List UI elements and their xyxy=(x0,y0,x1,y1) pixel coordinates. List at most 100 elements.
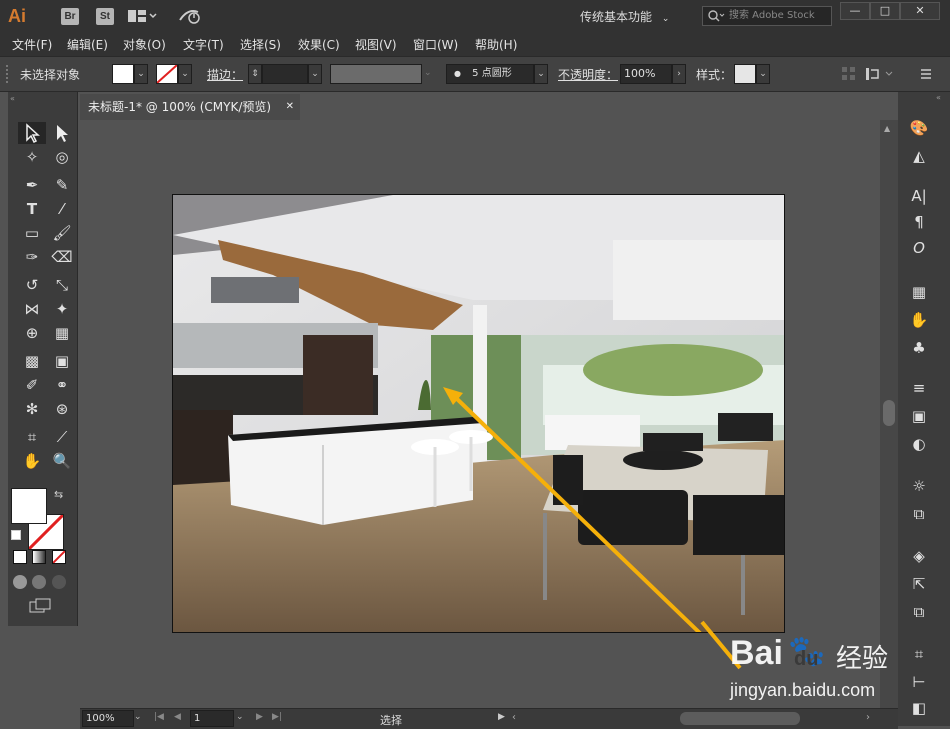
mesh-tool-icon[interactable]: ▩ xyxy=(20,349,44,373)
color-mode-icon[interactable] xyxy=(13,550,27,564)
profile-dropdown[interactable]: ⌄ xyxy=(424,64,438,84)
appearance-panel-icon[interactable]: ☼ xyxy=(904,474,934,498)
line-tool-icon[interactable]: ⁄ xyxy=(50,197,74,221)
export-panel-icon[interactable]: ⇱ xyxy=(904,572,934,596)
stroke-weight-dropdown[interactable]: ⌄ xyxy=(308,64,322,84)
none-mode-icon[interactable] xyxy=(52,550,66,564)
artboard-number-field[interactable]: 1 xyxy=(190,710,234,727)
graphic-styles-panel-icon[interactable]: ⧉ xyxy=(904,502,934,526)
variable-width-profile[interactable] xyxy=(330,64,422,84)
document-tab[interactable]: 未标题-1* @ 100% (CMYK/预览) ✕ xyxy=(80,94,300,120)
menu-view[interactable]: 视图(V) xyxy=(355,36,397,53)
draw-inside-icon[interactable] xyxy=(52,575,66,589)
draw-normal-icon[interactable] xyxy=(13,575,27,589)
zoom-dropdown[interactable]: ⌄ xyxy=(134,712,148,726)
transform-panel-icon[interactable]: ⌗ xyxy=(904,642,934,666)
opentype-panel-icon[interactable]: O xyxy=(904,236,934,260)
slice-tool-icon[interactable]: ⟋ xyxy=(50,425,74,449)
pathfinder-panel-icon[interactable]: ◧ xyxy=(904,696,934,720)
minimize-button[interactable]: — xyxy=(840,2,870,20)
previous-artboard-button[interactable]: ◀ xyxy=(174,712,181,722)
rotate-tool-icon[interactable]: ↺ xyxy=(20,273,44,297)
artboards-panel-icon[interactable]: ⧉ xyxy=(904,600,934,624)
rectangle-tool-icon[interactable]: ▭ xyxy=(20,221,44,245)
bridge-button[interactable]: Br xyxy=(61,8,79,25)
scale-tool-icon[interactable]: ⤡ xyxy=(50,273,74,297)
default-fill-stroke-icon[interactable] xyxy=(11,530,21,540)
stroke-label[interactable]: 描边： xyxy=(207,66,243,83)
workspace-switcher[interactable]: 传统基本功能 ⌄ xyxy=(580,6,686,28)
gradient-mode-icon[interactable] xyxy=(32,550,46,564)
menu-object[interactable]: 对象(O) xyxy=(123,36,166,53)
menu-select[interactable]: 选择(S) xyxy=(240,36,281,53)
artboard[interactable] xyxy=(172,194,785,633)
color-guide-icon[interactable]: ◭ xyxy=(904,144,934,168)
stock-button[interactable]: St xyxy=(96,8,114,25)
transparency-panel-icon[interactable]: ◐ xyxy=(904,432,934,456)
zoom-field[interactable]: 100% xyxy=(82,710,134,727)
eyedropper-tool-icon[interactable]: ✐ xyxy=(20,373,44,397)
artboard-tool-icon[interactable]: ⌗ xyxy=(20,425,44,449)
gradient-panel-icon[interactable]: ▣ xyxy=(904,404,934,428)
brush-definition[interactable]: ● 5 点圆形 xyxy=(446,64,534,84)
close-window-button[interactable]: ✕ xyxy=(900,2,940,20)
magic-wand-tool-icon[interactable]: ✧ xyxy=(20,145,44,169)
pen-tool-icon[interactable]: ✒ xyxy=(20,173,44,197)
swatches-panel-icon[interactable]: ▦ xyxy=(904,280,934,304)
zoom-tool-icon[interactable]: 🔍 xyxy=(50,449,74,473)
fill-swatch[interactable] xyxy=(112,64,134,84)
fill-indicator[interactable] xyxy=(11,488,47,524)
fill-dropdown[interactable]: ⌄ xyxy=(134,64,148,84)
arrange-documents-icon[interactable] xyxy=(128,8,158,24)
eraser-tool-icon[interactable]: ⌫ xyxy=(50,245,74,269)
scroll-left-icon[interactable]: ‹ xyxy=(512,712,516,723)
maximize-button[interactable]: □ xyxy=(870,2,900,20)
expand-panels-icon[interactable]: « xyxy=(936,93,941,102)
screen-mode-icon[interactable] xyxy=(28,598,52,614)
brushes-panel-icon[interactable]: ✋ xyxy=(904,308,934,332)
menu-help[interactable]: 帮助(H) xyxy=(475,36,517,53)
draw-behind-icon[interactable] xyxy=(32,575,46,589)
opacity-label[interactable]: 不透明度： xyxy=(558,66,618,83)
type-tool-icon[interactable]: T xyxy=(20,197,44,221)
width-tool-icon[interactable]: ⋈ xyxy=(20,297,44,321)
swap-fill-stroke-icon[interactable]: ⇆ xyxy=(54,488,63,501)
align-panel-icon[interactable]: ⊢ xyxy=(904,670,934,694)
menu-effect[interactable]: 效果(C) xyxy=(298,36,340,53)
opacity-arrow-button[interactable]: › xyxy=(672,64,686,84)
style-dropdown[interactable]: ⌄ xyxy=(756,64,770,84)
character-panel-icon[interactable]: A| xyxy=(904,184,934,208)
brush-dropdown[interactable]: ⌄ xyxy=(534,64,548,84)
gradient-tool-icon[interactable]: ▣ xyxy=(50,349,74,373)
scroll-right-icon[interactable]: › xyxy=(866,712,870,723)
layers-panel-icon[interactable]: ◈ xyxy=(904,544,934,568)
hand-tool-icon[interactable]: ✋ xyxy=(20,449,44,473)
shape-builder-tool-icon[interactable]: ⊕ xyxy=(20,321,44,345)
next-artboard-button[interactable]: ▶ xyxy=(256,712,263,722)
paintbrush-tool-icon[interactable]: 🖌 xyxy=(50,221,74,245)
stroke-dropdown[interactable]: ⌄ xyxy=(178,64,192,84)
symbols-panel-icon[interactable]: ♣ xyxy=(904,336,934,360)
artboard-dropdown[interactable]: ⌄ xyxy=(236,712,244,722)
selection-tool-icon[interactable] xyxy=(20,121,44,145)
shaper-tool-icon[interactable]: ✑ xyxy=(20,245,44,269)
stroke-weight-field[interactable] xyxy=(262,64,308,84)
close-tab-icon[interactable]: ✕ xyxy=(286,94,294,120)
blend-tool-icon[interactable]: ⚭ xyxy=(50,373,74,397)
symbol-sprayer-tool-icon[interactable]: ✻ xyxy=(20,397,44,421)
gpu-performance-icon[interactable] xyxy=(178,6,202,26)
menu-type[interactable]: 文字(T) xyxy=(183,36,224,53)
stroke-panel-icon[interactable]: ≡ xyxy=(904,376,934,400)
panel-menu-icon[interactable] xyxy=(918,66,934,82)
status-menu-arrow[interactable]: ▶ xyxy=(498,712,505,722)
menu-edit[interactable]: 编辑(E) xyxy=(67,36,108,53)
direct-selection-tool-icon[interactable] xyxy=(50,121,74,145)
curvature-tool-icon[interactable]: ✎ xyxy=(50,173,74,197)
first-artboard-button[interactable]: |◀ xyxy=(154,712,164,722)
horizontal-scroll-thumb[interactable] xyxy=(680,712,800,725)
vertical-scrollbar[interactable]: ▲ xyxy=(880,120,898,708)
scroll-up-icon[interactable]: ▲ xyxy=(884,124,890,133)
color-panel-icon[interactable]: 🎨 xyxy=(904,116,934,140)
stroke-weight-stepper[interactable]: ⇕ xyxy=(248,64,262,84)
transform-icon[interactable] xyxy=(864,66,900,82)
